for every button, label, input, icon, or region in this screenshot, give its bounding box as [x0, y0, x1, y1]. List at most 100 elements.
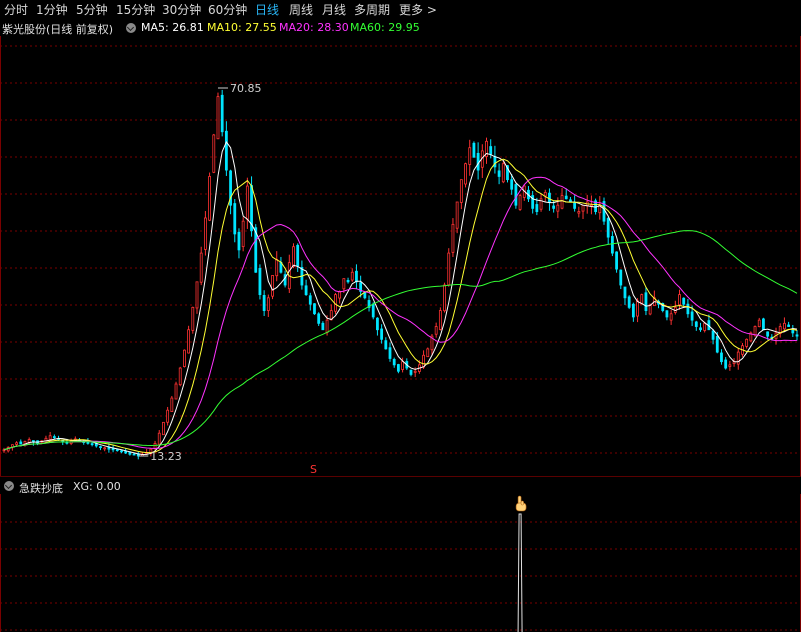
- candle: [459, 179, 463, 210]
- candle: [577, 206, 581, 218]
- candle: [686, 298, 690, 318]
- candle: [6, 446, 10, 453]
- indicator-chart[interactable]: [0, 494, 801, 632]
- tab-4[interactable]: 30分钟: [162, 1, 201, 18]
- chart-info-bar: 紫光股份(日线 前复权) MA5: 26.81 MA10: 27.55 MA20: …: [0, 20, 801, 36]
- candle: [762, 317, 765, 331]
- ma60-line: [3, 230, 798, 451]
- candle: [329, 304, 333, 321]
- candle: [438, 307, 442, 331]
- tab-0[interactable]: 分时: [4, 1, 28, 18]
- indicator-value: XG: 0.00: [73, 480, 121, 493]
- candle: [493, 145, 497, 174]
- tab-2[interactable]: 5分钟: [76, 1, 108, 18]
- candle: [598, 196, 602, 220]
- candle: [115, 449, 119, 452]
- candle: [615, 251, 618, 273]
- candle: [560, 188, 564, 210]
- candle: [145, 448, 149, 455]
- candle: [31, 440, 35, 446]
- candle: [27, 437, 31, 445]
- tab-9[interactable]: 多周期: [354, 1, 390, 18]
- candle: [795, 329, 799, 341]
- tab-5[interactable]: 60分钟: [208, 1, 247, 18]
- candle: [778, 323, 782, 338]
- ma-label-3: MA60: 29.95: [350, 21, 420, 34]
- candle: [296, 243, 300, 272]
- candle: [694, 320, 698, 331]
- candle: [191, 306, 195, 334]
- candle: [455, 201, 459, 234]
- tab-7[interactable]: 周线: [289, 1, 313, 18]
- candle: [392, 357, 396, 368]
- candle: [627, 295, 631, 310]
- candle: [220, 89, 224, 137]
- candle: [472, 141, 476, 158]
- candle: [317, 312, 321, 326]
- candle: [103, 446, 107, 452]
- candle: [321, 321, 325, 331]
- candle: [162, 421, 165, 436]
- candle: [304, 279, 308, 296]
- candle: [262, 290, 266, 316]
- candle: [619, 269, 623, 290]
- candle: [673, 300, 677, 315]
- candle: [170, 395, 174, 412]
- candle: [203, 211, 207, 256]
- candle: [216, 92, 220, 140]
- candle: [266, 294, 270, 317]
- candle: [480, 144, 484, 178]
- candle: [757, 317, 761, 328]
- candle: [208, 172, 211, 222]
- candle: [187, 325, 191, 354]
- candlestick-chart[interactable]: 70.85 13.23 S: [0, 36, 801, 476]
- candle: [237, 228, 241, 259]
- panel-divider: [0, 476, 801, 477]
- candle: [501, 160, 505, 184]
- candle: [275, 251, 279, 282]
- chevron-down-icon[interactable]: [4, 481, 14, 491]
- chevron-down-icon[interactable]: [126, 23, 136, 33]
- candle: [644, 286, 648, 316]
- tab-10[interactable]: 更多 >: [399, 1, 437, 18]
- candle: [606, 216, 610, 245]
- candle: [728, 360, 732, 371]
- candle: [224, 121, 228, 176]
- candle: [338, 290, 342, 304]
- candle: [308, 292, 312, 311]
- candle: [384, 337, 388, 350]
- candles: [2, 89, 799, 460]
- indicator-info-bar: 急跌抄底 XG: 0.00: [0, 478, 801, 495]
- tab-8[interactable]: 月线: [322, 1, 346, 18]
- grid-lines: [0, 45, 801, 454]
- candle: [434, 322, 438, 338]
- tab-6[interactable]: 日线: [255, 1, 279, 18]
- candle: [212, 133, 216, 174]
- candle: [183, 349, 186, 368]
- candle: [166, 406, 170, 426]
- ma10-line: [3, 158, 798, 454]
- candle: [367, 295, 371, 312]
- candle: [199, 246, 203, 286]
- period-tab-bar: 分时 1分钟 5分钟 15分钟 30分钟 60分钟 日线 周线 月线 多周期 更多 >: [0, 0, 801, 18]
- candle: [174, 381, 178, 400]
- candle: [99, 445, 102, 451]
- candle: [388, 342, 392, 362]
- high-price-label: 70.85: [230, 82, 262, 95]
- candle: [300, 260, 304, 290]
- candle: [2, 447, 6, 453]
- candle: [623, 286, 627, 305]
- candle: [732, 357, 736, 367]
- candle: [195, 281, 199, 314]
- candle: [573, 195, 577, 212]
- candle: [678, 289, 681, 310]
- candle: [602, 197, 606, 225]
- candle: [426, 347, 430, 358]
- ma-label-2: MA20: 28.30: [279, 21, 349, 34]
- candle: [346, 277, 350, 284]
- tab-1[interactable]: 1分钟: [36, 1, 68, 18]
- tab-3[interactable]: 15分钟: [116, 1, 155, 18]
- candle: [258, 264, 262, 300]
- candle: [497, 163, 501, 185]
- candle: [720, 349, 723, 365]
